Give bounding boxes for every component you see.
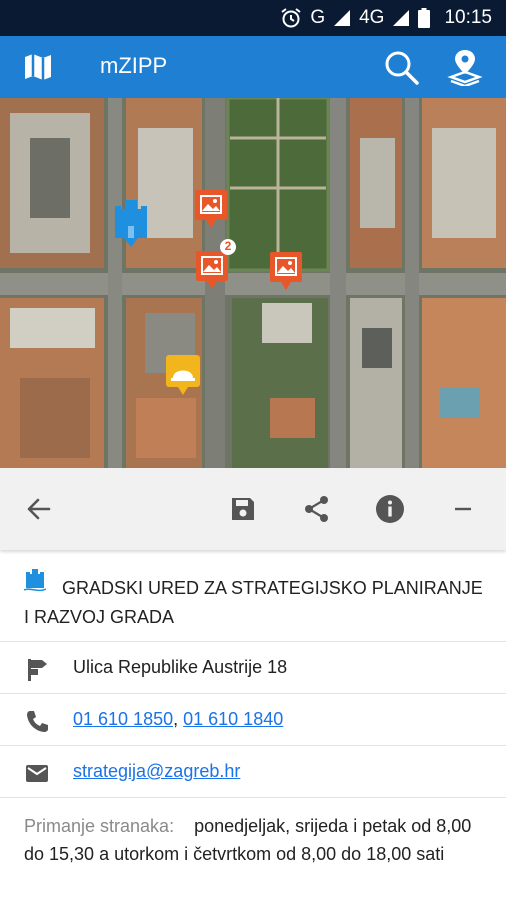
office-hours-label: Primanje stranaka:: [24, 816, 175, 836]
directions-sign-icon: [28, 659, 47, 681]
address-text: Ulica Republike Austrije 18: [73, 657, 288, 677]
search-icon: [385, 51, 419, 85]
building-marker[interactable]: [112, 198, 150, 248]
info-button[interactable]: [370, 489, 410, 529]
cluster-count-badge: 2: [224, 239, 232, 253]
map-view[interactable]: 2: [0, 98, 506, 468]
phone-row: 01 610 1850, 01 610 1840: [0, 694, 506, 746]
back-arrow-icon: [27, 498, 51, 520]
battery-icon: [418, 8, 431, 28]
phone-numbers: 01 610 1850, 01 610 1840: [73, 709, 283, 730]
share-button[interactable]: [297, 489, 337, 529]
clock: 10:15: [444, 7, 492, 28]
building-marker-icon: [115, 200, 147, 247]
minimize-icon: [455, 507, 471, 511]
photo-marker[interactable]: [269, 251, 303, 291]
email-text: strategija@zagreb.hr: [73, 761, 240, 782]
signal-icon: [334, 10, 351, 26]
aerial-map-image: [0, 98, 506, 468]
email-icon: [26, 765, 48, 782]
app-bar: mZIPP: [0, 36, 506, 98]
map-button[interactable]: [22, 51, 54, 83]
detail-toolbar: [0, 468, 506, 550]
minimize-button[interactable]: [443, 489, 483, 529]
photo-marker[interactable]: [194, 189, 228, 229]
nearby-locations-button[interactable]: [447, 48, 483, 88]
office-hours: Primanje stranaka: ponedjeljak, srijeda …: [24, 812, 484, 868]
save-button[interactable]: [223, 489, 263, 529]
info-icon: [376, 495, 404, 523]
network-type-4g: 4G: [359, 7, 385, 28]
map-icon: [25, 54, 51, 80]
share-icon: [305, 496, 328, 522]
phone-icon: [27, 711, 48, 732]
status-bar: G 4G 10:15: [0, 0, 506, 36]
phone-separator: ,: [173, 709, 184, 729]
email-row: strategija@zagreb.hr: [0, 746, 506, 798]
signal-4g-icon: [393, 10, 410, 26]
alarm-icon: [281, 8, 301, 28]
app-title: mZIPP: [100, 53, 168, 78]
phone-link-1[interactable]: 01 610 1850: [73, 709, 173, 729]
photo-cluster-marker[interactable]: 2: [194, 238, 238, 290]
search-button[interactable]: [382, 48, 420, 86]
network-type-g: G: [310, 7, 326, 28]
organization-row: GRADSKI URED ZA STRATEGIJSKO PLANIRANJE …: [0, 552, 506, 642]
status-icons: G 4G 10:15: [280, 6, 492, 30]
helmet-marker-icon: [166, 355, 200, 395]
organization-name: GRADSKI URED ZA STRATEGIJSKO PLANIRANJE …: [24, 578, 483, 627]
photo-marker-icon: [270, 252, 302, 290]
phone-link-2[interactable]: 01 610 1840: [183, 709, 283, 729]
back-button[interactable]: [19, 489, 59, 529]
address-row: Ulica Republike Austrije 18: [0, 642, 506, 694]
save-icon: [232, 498, 254, 520]
construction-marker[interactable]: [165, 354, 201, 396]
location-pin-icon: [447, 50, 483, 88]
email-link[interactable]: strategija@zagreb.hr: [73, 761, 240, 781]
photo-marker-icon: [195, 190, 227, 228]
